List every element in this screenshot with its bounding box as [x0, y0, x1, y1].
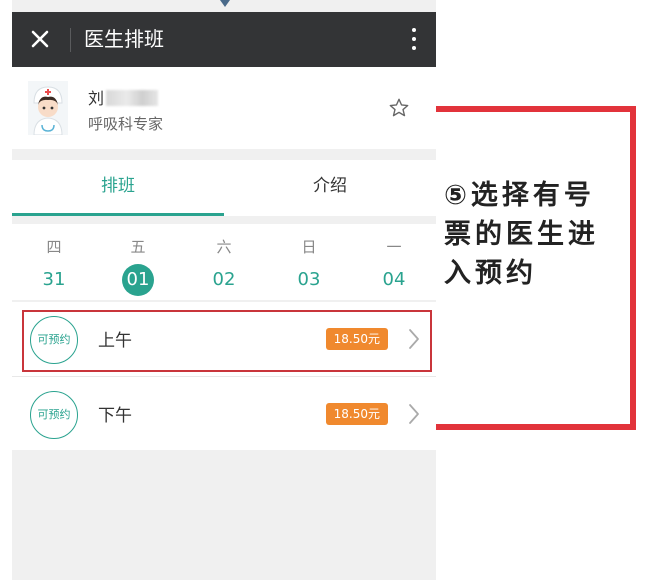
date-item[interactable]: 四 31: [12, 224, 96, 296]
date-number: 02: [212, 269, 236, 290]
date-number: 04: [382, 269, 406, 290]
date-weekday: 四: [46, 238, 62, 256]
tab-introduction[interactable]: 介绍: [224, 160, 436, 216]
name-redaction: [106, 90, 159, 106]
date-selector: 四 31 五 01 六 02 日 03 一 04: [12, 224, 436, 300]
date-weekday: 日: [301, 238, 317, 256]
date-weekday: 一: [386, 238, 402, 256]
page-title: 医生排班: [84, 27, 164, 51]
date-weekday: 五: [130, 238, 146, 256]
phone-screen: 医生排班 刘 呼吸科专家 排班 介绍 四 31 五 01 六 02 日 03 一…: [12, 0, 436, 580]
slot-label: 下午: [98, 406, 132, 426]
date-number: 03: [297, 269, 321, 290]
schedule-slot-afternoon[interactable]: 可预约 下午 18.50元: [12, 376, 436, 450]
doctor-avatar: [28, 81, 68, 135]
available-badge: 可预约: [30, 391, 78, 439]
annotation-text: ⑤选择有号票的医生进入预约: [444, 180, 599, 289]
date-item[interactable]: 六 02: [182, 224, 266, 296]
date-item-selected[interactable]: 五 01: [96, 224, 180, 296]
date-number: 01: [122, 264, 154, 296]
date-weekday: 六: [216, 238, 232, 256]
title-bar: 医生排班: [12, 12, 436, 67]
chevron-right-icon: [409, 404, 419, 424]
active-tab-indicator: [12, 213, 224, 216]
tab-bar: 排班 介绍: [12, 160, 436, 216]
doctor-department: 呼吸科专家: [88, 115, 164, 133]
tab-schedule[interactable]: 排班: [12, 160, 224, 216]
doctor-name: 刘: [88, 85, 159, 109]
highlight-box: [22, 310, 432, 372]
date-number: 31: [42, 269, 66, 290]
doctor-card[interactable]: 刘 呼吸科专家: [12, 67, 436, 149]
date-item[interactable]: 一 04: [352, 224, 436, 296]
date-item[interactable]: 日 03: [267, 224, 351, 296]
title-divider: [70, 28, 71, 52]
down-arrow-icon: [220, 0, 230, 7]
more-menu-icon[interactable]: [408, 24, 420, 54]
close-icon[interactable]: [26, 25, 54, 53]
price-tag: 18.50元: [325, 403, 388, 425]
favorite-star-icon[interactable]: [388, 97, 410, 119]
